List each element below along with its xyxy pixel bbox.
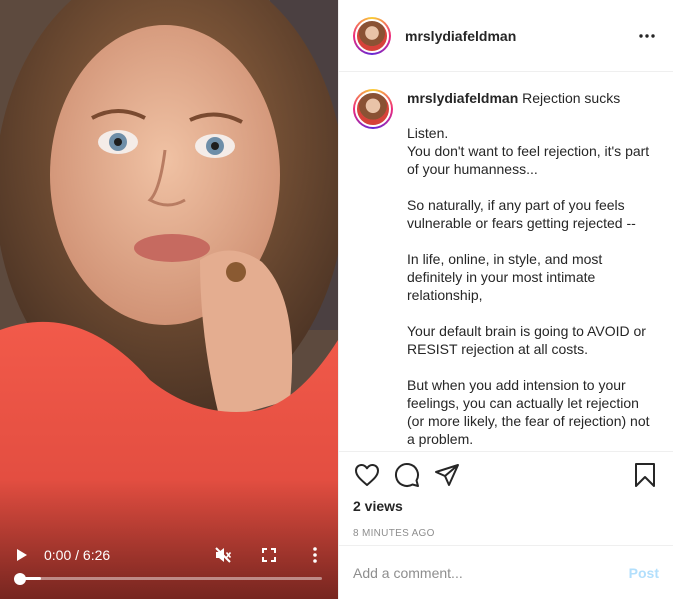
author-username[interactable]: mrslydiafeldman [405, 28, 516, 44]
play-button[interactable] [14, 547, 30, 563]
caption-paragraph: But when you add intension to your feeli… [407, 377, 650, 447]
play-icon [17, 549, 27, 561]
save-button[interactable] [631, 461, 659, 489]
comment-button[interactable] [393, 461, 421, 489]
caption-paragraph: Listen. You don't want to feel rejection… [407, 125, 650, 177]
mute-button[interactable] [214, 546, 232, 564]
fullscreen-icon [262, 548, 276, 562]
action-icons [353, 452, 659, 498]
send-icon [435, 464, 459, 486]
post-comment-button[interactable]: Post [629, 565, 659, 581]
add-comment-bar: Post [339, 545, 673, 599]
post-timestamp[interactable]: 8 MINUTES AGO [353, 528, 659, 539]
comments-section[interactable]: mrslydiafeldman Rejection sucks Listen. … [339, 73, 673, 450]
comment-input[interactable] [353, 564, 629, 581]
muted-icon [215, 547, 232, 563]
video-time: 0:00 / 6:26 [44, 547, 111, 563]
caption-avatar[interactable] [353, 89, 393, 129]
caption-paragraph: So naturally, if any part of you feels v… [407, 197, 636, 231]
video-player[interactable]: 0:00 / 6:26 [0, 0, 338, 599]
video-options-button[interactable] [306, 546, 324, 564]
author-avatar[interactable] [353, 16, 391, 55]
caption-title: Rejection sucks [522, 90, 621, 106]
fullscreen-button[interactable] [260, 546, 278, 564]
more-options-button[interactable] [635, 24, 659, 48]
heart-icon [355, 464, 379, 486]
video-shade [0, 479, 338, 599]
caption-paragraph: In life, online, in style, and most defi… [407, 251, 603, 303]
caption-paragraph: Your default brain is going to AVOID or … [407, 323, 646, 357]
comment-icon [395, 463, 419, 487]
post-actions: 2 views 8 MINUTES AGO [339, 451, 673, 539]
share-button[interactable] [433, 461, 461, 489]
bookmark-icon [635, 463, 655, 487]
view-count[interactable]: 2 views [353, 498, 659, 514]
post-header: mrslydiafeldman [339, 0, 673, 72]
vertical-dots-icon [313, 547, 317, 563]
caption: mrslydiafeldman Rejection sucks Listen. … [353, 89, 659, 448]
video-controls: 0:00 / 6:26 [0, 541, 338, 569]
post-panel: mrslydiafeldman mrslydiafeldman Rejectio… [338, 0, 673, 599]
more-horizontal-icon [639, 33, 655, 38]
like-button[interactable] [353, 461, 381, 489]
seek-bar[interactable] [14, 572, 322, 585]
caption-body: mrslydiafeldman Rejection sucks Listen. … [407, 89, 659, 448]
caption-username[interactable]: mrslydiafeldman [407, 90, 518, 106]
caption-title-line: mrslydiafeldman Rejection sucks [407, 89, 659, 107]
seek-handle[interactable] [14, 572, 26, 585]
